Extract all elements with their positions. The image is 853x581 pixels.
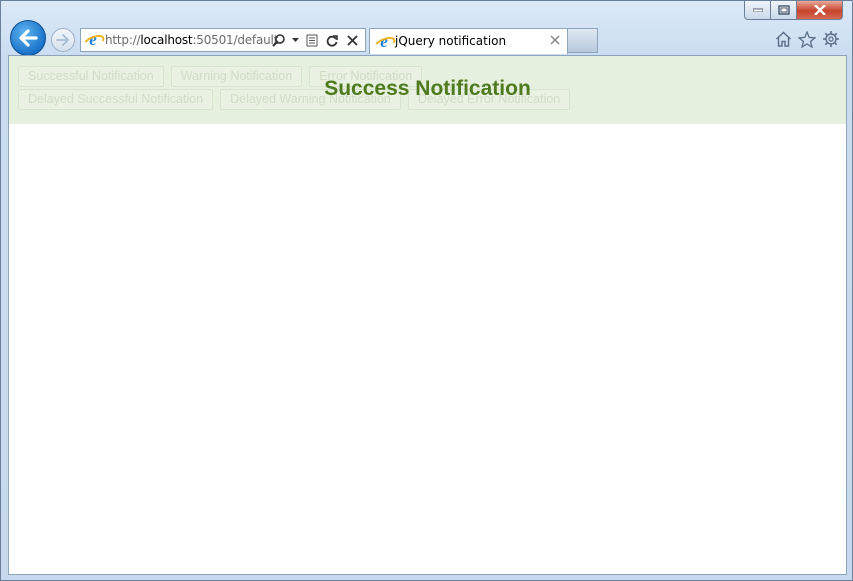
tab-jquery-notification[interactable]: e jQuery notification [369,28,568,54]
settings-gear-icon [823,31,839,47]
forward-arrow-icon [56,34,69,46]
search-icon [271,33,285,47]
address-dropdown[interactable] [291,32,299,48]
url-rest: :50501/default.as [192,33,281,47]
maximize-button[interactable] [771,1,797,20]
browser-window: e http://localhost:50501/default.as e jQ… [0,0,853,581]
address-tools [271,32,359,48]
refresh-button[interactable] [325,32,339,48]
notification-message: Success Notification [324,77,531,100]
dropdown-icon [291,38,299,42]
tab-title: jQuery notification [395,34,507,48]
url-host: localhost [140,33,193,47]
close-icon [813,5,826,15]
notification-bar[interactable]: Successful Notification Warning Notifica… [9,56,846,124]
ie-logo-icon: e [376,33,392,50]
stop-icon [346,34,358,46]
page-viewport: Successful Notification Warning Notifica… [8,55,847,575]
stop-button[interactable] [345,32,359,48]
minimize-icon [752,8,763,12]
address-url[interactable]: http://localhost:50501/default.as [105,33,281,47]
favorites-button[interactable] [798,30,816,48]
tab-close-icon[interactable] [549,34,561,46]
minimize-button[interactable] [744,1,771,20]
toolbar-right [774,30,840,48]
compatibility-view-icon [306,34,318,46]
ie-logo-icon: e [85,31,101,48]
restore-icon [777,5,790,15]
address-bar[interactable]: e http://localhost:50501/default.as [80,28,366,52]
search-button[interactable] [271,32,285,48]
forward-button[interactable] [51,28,75,52]
back-arrow-icon [19,29,38,47]
tools-button[interactable] [822,30,840,48]
favorites-star-icon [798,30,816,48]
home-icon [775,31,791,47]
back-button[interactable] [10,20,46,56]
home-button[interactable] [774,30,792,48]
compatibility-view-button[interactable] [305,32,319,48]
new-tab-button[interactable] [568,28,598,53]
url-prefix: http:// [105,33,141,47]
window-close-button[interactable] [797,1,843,20]
refresh-icon [326,34,338,47]
window-caption-buttons [744,1,843,21]
